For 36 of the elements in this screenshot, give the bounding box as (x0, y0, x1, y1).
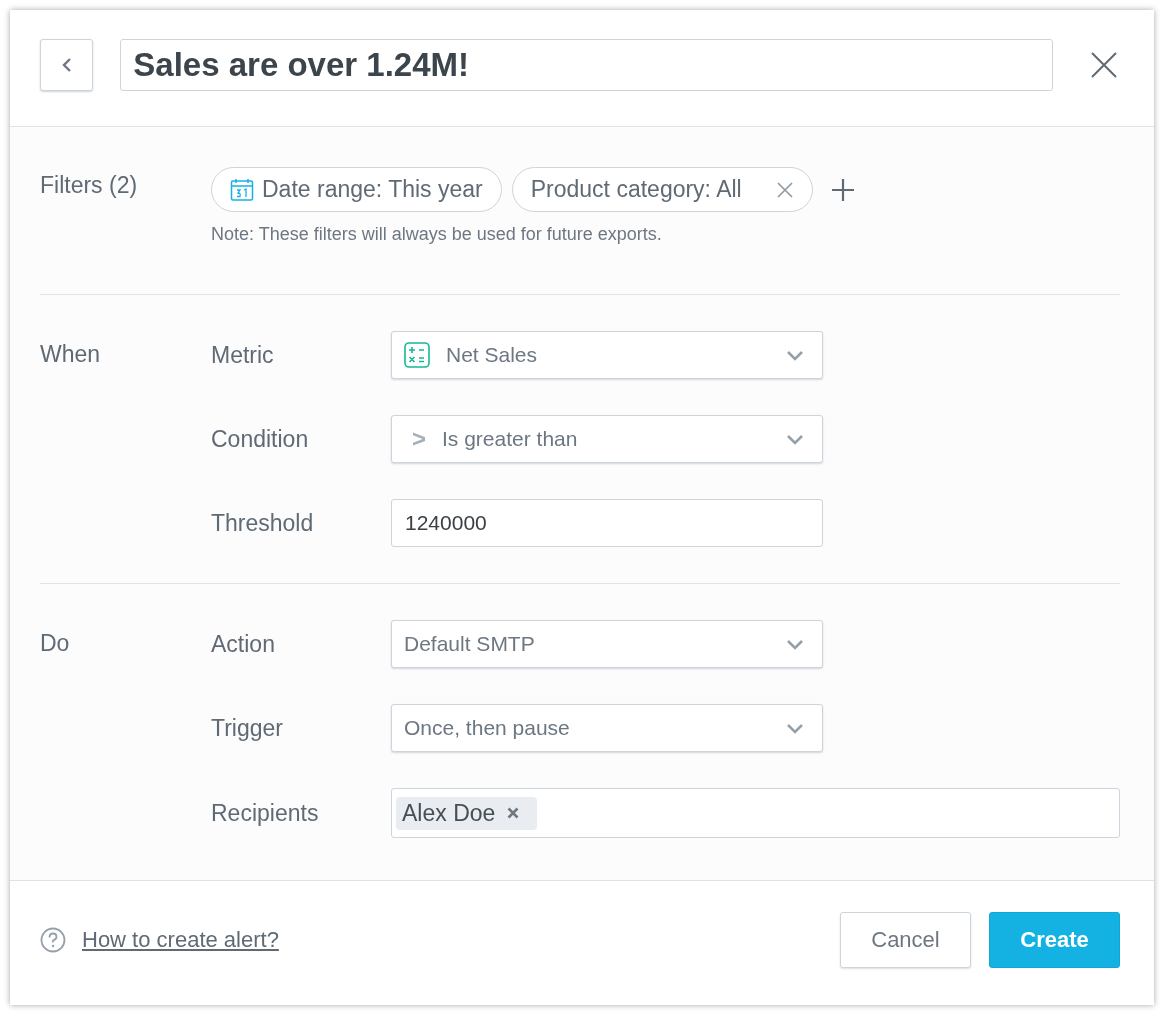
dropdown[interactable]: > Is greater than (391, 415, 823, 463)
filter-chip[interactable]: Product category: All (511, 167, 813, 212)
field-label: Condition (211, 425, 310, 453)
close-button[interactable] (1090, 51, 1118, 79)
field-label: Recipients (211, 799, 320, 827)
calendar-icon (230, 177, 254, 202)
dropdown[interactable]: Default SMTP (391, 620, 823, 668)
filters-note: Note: These filters will always be used for future exports. (211, 224, 663, 245)
recipient-tag: Alex Doe (396, 796, 538, 830)
title-field[interactable]: Sales are over 1.24M! (120, 39, 1053, 91)
plus-icon (830, 177, 855, 202)
close-icon (1090, 51, 1118, 79)
chevron-down-icon (786, 433, 804, 445)
chevron-down-icon (786, 722, 804, 734)
field-label: Trigger (211, 714, 284, 742)
filter-chip[interactable]: Date range: This year (211, 167, 502, 212)
help-link[interactable]: How to create alert? (82, 927, 279, 953)
threshold-field[interactable]: 1240000 (391, 499, 823, 547)
field-label: Threshold (211, 509, 315, 537)
dropdown[interactable]: Net Sales (391, 331, 823, 379)
dropdown[interactable]: Once, then pause (391, 704, 823, 752)
section-label: Do (40, 629, 71, 658)
chevron-down-icon (786, 638, 804, 650)
recipients-field[interactable]: Alex Doe (391, 788, 1120, 838)
help-icon (40, 927, 66, 953)
cancel-button[interactable]: Cancel (840, 912, 971, 968)
calculator-icon (404, 342, 430, 368)
add-filter-button[interactable] (830, 177, 855, 202)
chevron-down-icon (786, 349, 804, 361)
section-label: When (40, 340, 102, 369)
field-label: Metric (211, 341, 275, 369)
close-icon[interactable] (775, 180, 794, 199)
remove-icon[interactable] (507, 807, 520, 819)
field-label: Action (211, 630, 276, 658)
chevron-left-icon (61, 57, 72, 73)
filters-label: Filters (2) (40, 171, 139, 200)
